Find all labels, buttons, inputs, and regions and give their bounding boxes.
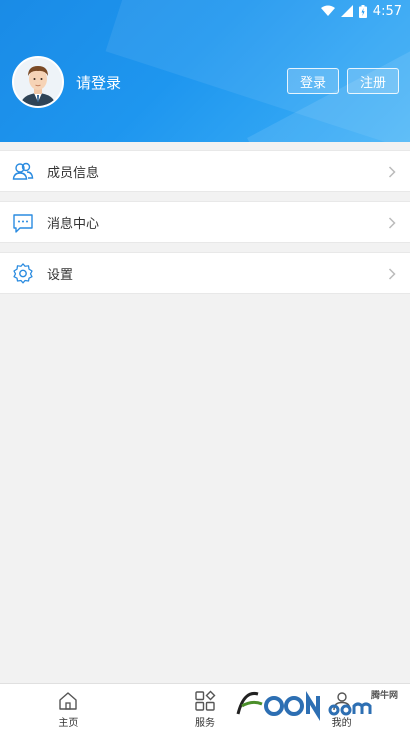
members-icon	[12, 162, 34, 180]
nav-item-home[interactable]: 主页	[0, 684, 137, 730]
menu-item-label: 成员信息	[47, 165, 100, 181]
home-icon	[59, 692, 78, 710]
message-icon	[13, 214, 33, 233]
chevron-right-icon	[388, 217, 396, 229]
nav-item-label: 主页	[58, 718, 79, 729]
chevron-right-icon	[388, 268, 396, 280]
register-button[interactable]: 注册	[347, 68, 399, 94]
menu-item-members[interactable]: 成员信息	[0, 150, 410, 192]
wifi-icon	[320, 5, 335, 16]
nav-item-label: 服务	[195, 718, 215, 729]
user-avatar-icon	[14, 58, 62, 106]
menu-item-label: 消息中心	[47, 216, 100, 232]
status-time: 4:57	[372, 3, 402, 19]
watermark: 腾牛网	[234, 684, 404, 726]
menu-item-settings[interactable]: 设置	[0, 252, 410, 294]
watermark-text: 腾牛网	[370, 691, 398, 701]
chevron-right-icon	[388, 166, 396, 178]
profile-header: 4:57 请登录 登录 注册	[0, 0, 410, 142]
menu-item-messages[interactable]: 消息中心	[0, 201, 410, 243]
grid-icon	[195, 690, 216, 711]
menu-item-label: 设置	[47, 267, 74, 283]
signal-icon	[340, 5, 353, 17]
battery-icon	[358, 4, 367, 18]
login-button[interactable]: 登录	[287, 68, 339, 94]
gear-icon	[13, 263, 33, 284]
avatar[interactable]	[12, 56, 64, 108]
status-bar: 4:57	[320, 0, 402, 22]
login-prompt[interactable]: 请登录	[76, 72, 121, 93]
